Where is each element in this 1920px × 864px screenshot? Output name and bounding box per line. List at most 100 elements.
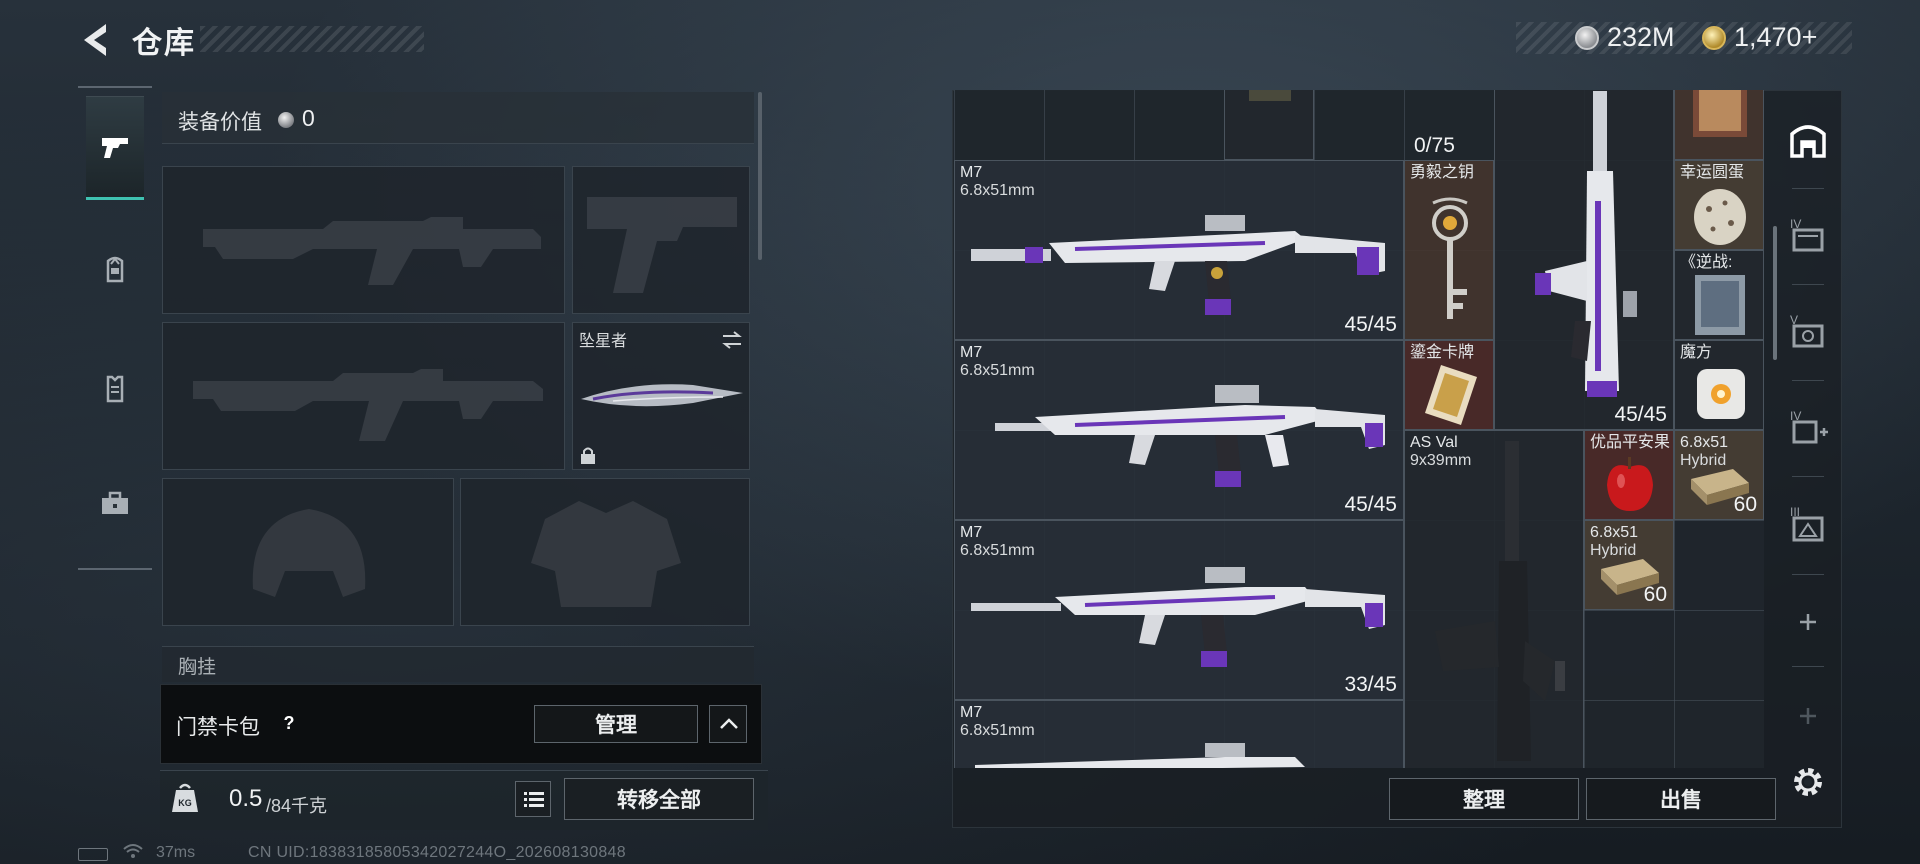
side-tab-stash[interactable]: [1786, 118, 1830, 162]
ammo-count: 45/45: [1344, 493, 1397, 516]
poster-icon: [1693, 90, 1747, 137]
vest-icon: [106, 375, 124, 403]
nav-tab-weapons[interactable]: [86, 96, 144, 200]
rifle-m7-icon: [975, 743, 1305, 768]
page-title: 仓库: [132, 27, 196, 60]
settings-icon: [1794, 768, 1822, 796]
inventory-item-lucky-egg[interactable]: 幸运圆蛋: [1674, 160, 1764, 250]
side-tab-add-dim[interactable]: [1786, 694, 1830, 738]
inventory-item-book[interactable]: 《逆战:: [1674, 250, 1764, 340]
inventory-scrollbar[interactable]: [1773, 226, 1777, 360]
item-name: 勇毅之钥: [1410, 164, 1475, 181]
rifle-m7-icon: [971, 215, 1385, 315]
nav-tab-armor[interactable]: [86, 336, 144, 440]
inventory-item-ammo-1[interactable]: 6.8x51 Hybrid 60: [1674, 430, 1764, 520]
slot-melee[interactable]: 坠星者: [572, 322, 750, 470]
pouch-icon: [1249, 90, 1291, 101]
equipment-scrollbar[interactable]: [758, 92, 762, 260]
rifle-as-val-icon: [1435, 441, 1565, 761]
backpack-icon: [106, 256, 124, 283]
nav-tab-supplies[interactable]: [86, 452, 144, 556]
inventory-rifle-m7-4[interactable]: M7 6.8x51mm: [954, 700, 1404, 768]
item-name: M7: [960, 344, 983, 361]
list-view-button[interactable]: [515, 781, 551, 817]
side-tab-container-v[interactable]: V: [1786, 310, 1830, 354]
slot-body-armor[interactable]: [460, 478, 750, 626]
item-name: 《逆战:: [1680, 254, 1733, 271]
battery-icon: [78, 848, 108, 861]
pistol-silhouette-icon: [587, 197, 737, 293]
container-iv-icon: IV: [1790, 217, 1824, 252]
side-separator: [1792, 284, 1824, 285]
slot-helmet[interactable]: [162, 478, 454, 626]
side-tab-container-iv[interactable]: IV: [1786, 214, 1830, 258]
sort-button[interactable]: 整理: [1389, 778, 1579, 820]
silver-currency-value: 232M: [1607, 22, 1675, 52]
settings-button[interactable]: [1786, 760, 1830, 804]
help-icon[interactable]: ?: [276, 710, 302, 736]
ping-value: 37ms: [156, 844, 196, 861]
side-separator: [1792, 666, 1824, 667]
collapse-button[interactable]: [709, 705, 747, 743]
slot-sidearm[interactable]: [572, 166, 750, 314]
slot-primary-weapon-1[interactable]: [162, 166, 565, 314]
rifle-silhouette-icon: [203, 217, 541, 285]
egg-icon: [1694, 189, 1746, 245]
item-name: 幸运圆蛋: [1680, 164, 1745, 181]
key-icon: [1432, 197, 1468, 319]
container-count: 0/75: [1414, 134, 1455, 157]
silver-coin-icon: [278, 112, 294, 128]
container-iv-plus-icon: IV: [1790, 409, 1828, 444]
add-icon: [1800, 614, 1816, 630]
side-separator: [1792, 380, 1824, 381]
cube-icon: [1697, 369, 1745, 419]
inventory-rifle-vertical[interactable]: 45/45: [1494, 90, 1674, 430]
inventory-rifle-m7-1[interactable]: M7 6.8x51mm 45/45: [954, 160, 1404, 340]
side-separator: [1792, 476, 1824, 477]
inventory-rifle-as-val[interactable]: AS Val 9x39mm: [1404, 430, 1584, 768]
nav-tab-backpack[interactable]: [86, 218, 144, 322]
inventory-rifle-m7-2[interactable]: M7 6.8x51mm 45/45: [954, 340, 1404, 520]
inventory-item-poster[interactable]: [1674, 90, 1764, 160]
silver-coin-icon: [1575, 26, 1599, 50]
item-count: 60: [1733, 493, 1757, 516]
side-tab-add[interactable]: [1786, 600, 1830, 644]
inventory-item-partial[interactable]: [1224, 90, 1314, 160]
item-count: 60: [1643, 583, 1667, 606]
swap-icon[interactable]: [719, 329, 745, 351]
slot-primary-weapon-2[interactable]: [162, 322, 565, 470]
rifle-m7-icon: [971, 567, 1385, 667]
chest-rig-header[interactable]: [162, 646, 754, 682]
item-name: M7: [960, 704, 983, 721]
item-name: 优品平安果: [1590, 434, 1671, 451]
inventory-item-apple[interactable]: 优品平安果: [1584, 430, 1674, 520]
ammo-count: 45/45: [1344, 313, 1397, 336]
transfer-all-button[interactable]: 转移全部: [564, 778, 754, 820]
user-uid: CN UID:18383185805342027244O_20260813084…: [248, 844, 626, 861]
container-v-icon: V: [1790, 313, 1824, 348]
max-weight: /84千克: [266, 796, 328, 816]
back-arrow-icon[interactable]: [78, 20, 114, 60]
sell-button[interactable]: 出售: [1586, 778, 1776, 820]
inventory-item-cube[interactable]: 魔方: [1674, 340, 1764, 430]
side-tab-container-iv-plus[interactable]: IV: [1786, 406, 1830, 450]
inventory-rifle-m7-3[interactable]: M7 6.8x51mm 33/45: [954, 520, 1404, 700]
inventory-item-key[interactable]: 勇毅之钥: [1404, 160, 1494, 340]
container-iii-icon: III: [1790, 505, 1824, 542]
inventory-item-gold-card[interactable]: 鎏金卡牌: [1404, 340, 1494, 430]
chest-rig-label: 胸挂: [178, 657, 217, 678]
inventory-item-ammo-2[interactable]: 6.8x51 Hybrid 60: [1584, 520, 1674, 610]
current-weight: 0.5: [229, 785, 263, 812]
book-icon: [1695, 275, 1745, 335]
gold-currency-value[interactable]: 1,470+: [1734, 22, 1817, 53]
manage-button[interactable]: 管理: [534, 705, 698, 743]
side-tab-container-iii[interactable]: III: [1786, 502, 1830, 546]
add-currency-icon[interactable]: +: [1802, 22, 1818, 52]
ammo-count: 45/45: [1614, 403, 1667, 426]
lock-icon: [581, 447, 595, 464]
stash-icon: [1790, 125, 1826, 158]
card-icon: [1425, 365, 1477, 425]
toolbox-icon: [102, 491, 128, 514]
item-name: M7: [960, 524, 983, 541]
item-name: M7: [960, 164, 983, 181]
